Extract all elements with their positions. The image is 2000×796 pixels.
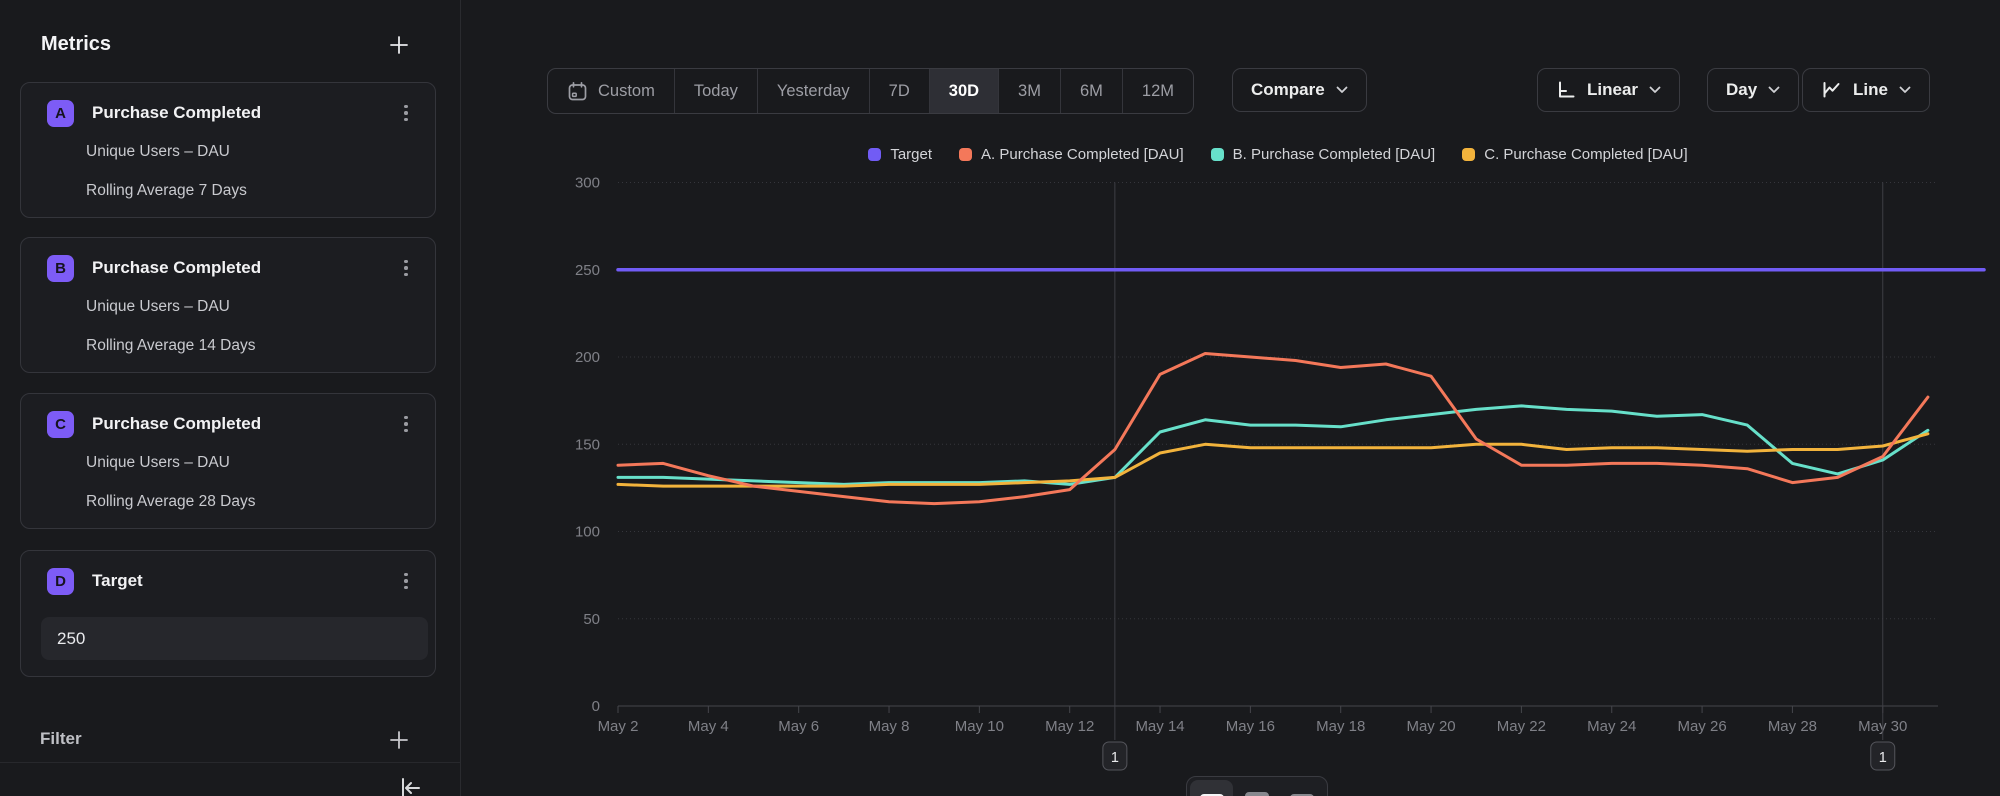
svg-text:May 8: May 8 xyxy=(869,718,910,735)
table-view-button[interactable] xyxy=(1235,780,1278,796)
table-view-icon xyxy=(1245,792,1269,796)
svg-text:150: 150 xyxy=(575,436,600,453)
svg-text:May 10: May 10 xyxy=(955,718,1004,735)
svg-text:50: 50 xyxy=(583,611,600,628)
svg-text:May 24: May 24 xyxy=(1587,718,1636,735)
svg-text:300: 300 xyxy=(575,175,600,192)
svg-text:200: 200 xyxy=(575,349,600,366)
svg-text:May 12: May 12 xyxy=(1045,718,1094,735)
svg-text:1: 1 xyxy=(1879,750,1887,766)
svg-text:May 26: May 26 xyxy=(1677,718,1726,735)
chart-view-button[interactable] xyxy=(1190,780,1233,796)
svg-text:May 20: May 20 xyxy=(1406,718,1455,735)
svg-text:May 6: May 6 xyxy=(778,718,819,735)
card-view-button[interactable] xyxy=(1281,780,1324,796)
svg-text:100: 100 xyxy=(575,524,600,541)
svg-text:250: 250 xyxy=(575,262,600,279)
svg-text:May 28: May 28 xyxy=(1768,718,1817,735)
svg-text:May 2: May 2 xyxy=(598,718,639,735)
svg-text:May 14: May 14 xyxy=(1135,718,1184,735)
svg-text:May 16: May 16 xyxy=(1226,718,1275,735)
metrics-dashboard: Metrics A Purchase Completed Unique User… xyxy=(0,0,2000,796)
chart-view-toggle xyxy=(1186,776,1328,796)
svg-text:1: 1 xyxy=(1111,750,1119,766)
svg-text:May 4: May 4 xyxy=(688,718,729,735)
svg-text:May 22: May 22 xyxy=(1497,718,1546,735)
metrics-line-chart[interactable]: 0 50 100 150 200 250 300 May 2 May 4 May 6 May 8 Ma… xyxy=(0,0,2000,796)
svg-text:May 18: May 18 xyxy=(1316,718,1365,735)
svg-text:0: 0 xyxy=(592,698,600,715)
